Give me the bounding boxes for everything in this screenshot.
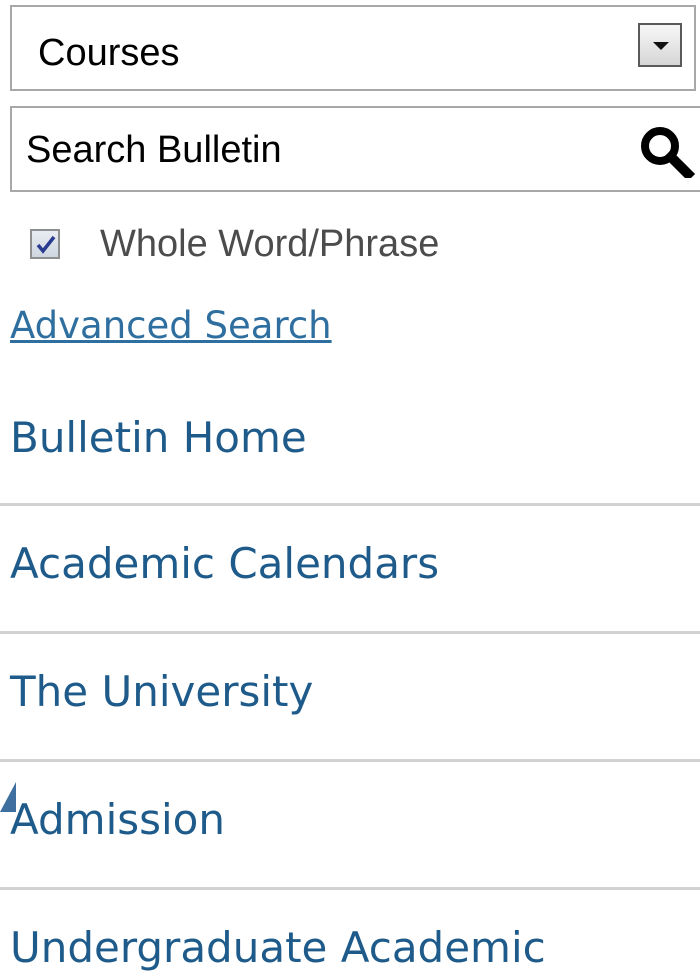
search-button[interactable]	[630, 122, 700, 182]
nav-item-undergraduate-academic: Undergraduate Academic	[0, 890, 700, 979]
dropdown-button[interactable]	[638, 23, 682, 67]
search-scope-value: Courses	[38, 32, 180, 74]
magnifier-icon	[641, 127, 696, 182]
whole-word-label: Whole Word/Phrase	[100, 223, 440, 265]
nav-link-admission[interactable]: Admission	[10, 792, 225, 848]
advanced-search-link[interactable]: Advanced Search	[10, 301, 332, 351]
checkmark-icon	[36, 235, 56, 254]
nav-link-academic-calendars[interactable]: Academic Calendars	[10, 536, 439, 592]
nav-item-bulletin-home: Bulletin Home	[0, 380, 700, 506]
search-bar	[10, 106, 700, 192]
nav-link-bulletin-home[interactable]: Bulletin Home	[10, 410, 307, 466]
nav-item-admission: Admission	[0, 762, 700, 890]
nav-item-the-university: The University	[0, 634, 700, 762]
chevron-down-icon	[653, 42, 669, 50]
nav-item-academic-calendars: Academic Calendars	[0, 506, 700, 634]
whole-word-checkbox[interactable]	[30, 229, 60, 259]
search-input[interactable]	[26, 126, 616, 174]
search-scope-select[interactable]: Courses	[10, 5, 696, 91]
nav-link-undergraduate-academic[interactable]: Undergraduate Academic	[10, 920, 546, 976]
pointer-arrow-icon	[0, 782, 16, 812]
bulletin-nav: Bulletin Home Academic Calendars The Uni…	[0, 380, 700, 979]
nav-link-the-university[interactable]: The University	[10, 664, 313, 720]
